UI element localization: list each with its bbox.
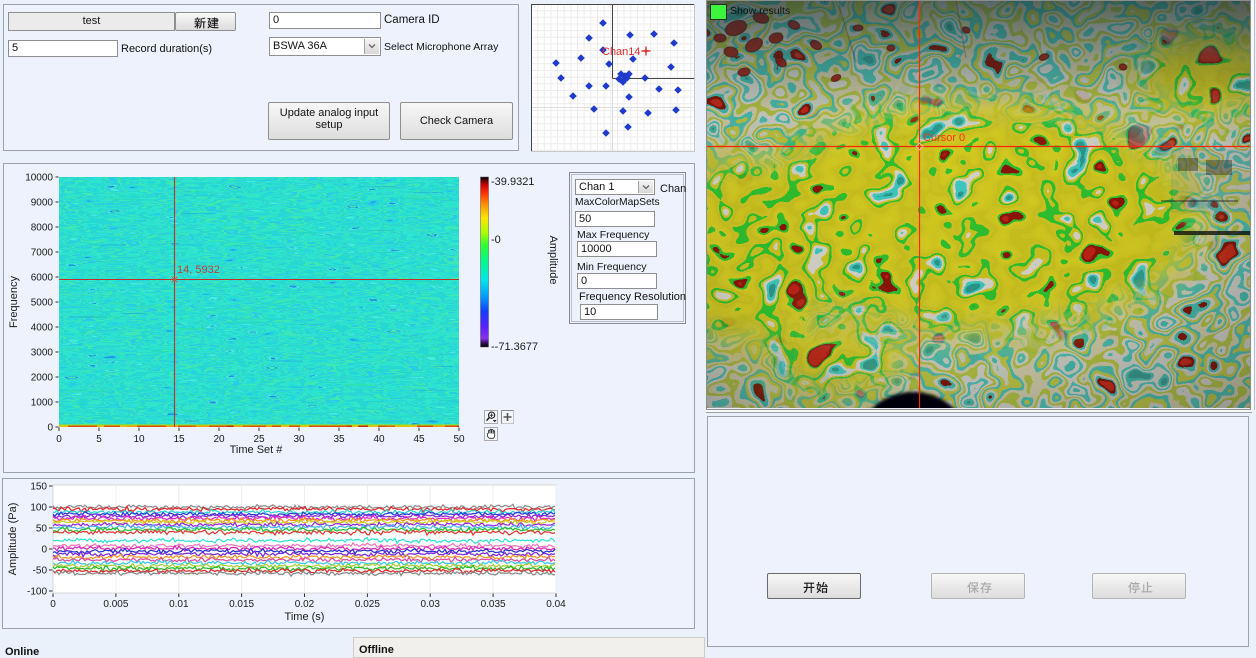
svg-text:Chan14: Chan14 <box>602 46 641 58</box>
svg-text:-39.9321: -39.9321 <box>491 176 534 188</box>
svg-text:5000: 5000 <box>31 298 54 309</box>
svg-text:0.04: 0.04 <box>546 599 566 610</box>
svg-text:20: 20 <box>213 434 225 445</box>
svg-text:35: 35 <box>333 434 345 445</box>
svg-text:0.01: 0.01 <box>169 599 189 610</box>
svg-text:10000: 10000 <box>25 173 53 184</box>
svg-text:40: 40 <box>373 434 385 445</box>
svg-text:0: 0 <box>50 599 56 610</box>
svg-text:5: 5 <box>96 434 102 445</box>
svg-text:0.025: 0.025 <box>355 599 380 610</box>
svg-text:8000: 8000 <box>31 223 54 234</box>
svg-text:14, 5932: 14, 5932 <box>177 264 220 276</box>
svg-text:2000: 2000 <box>31 373 54 384</box>
svg-text:0.005: 0.005 <box>103 599 128 610</box>
svg-text:30: 30 <box>293 434 305 445</box>
svg-text:150: 150 <box>30 482 47 493</box>
svg-text:--71.3677: --71.3677 <box>491 341 538 353</box>
svg-text:0.015: 0.015 <box>229 599 254 610</box>
svg-text:Frequency: Frequency <box>8 276 20 328</box>
svg-text:-100: -100 <box>27 587 47 598</box>
svg-text:0: 0 <box>41 545 47 556</box>
svg-text:Show results: Show results <box>730 5 790 17</box>
svg-text:9000: 9000 <box>31 198 54 209</box>
svg-text:15: 15 <box>173 434 185 445</box>
svg-text:Time (s): Time (s) <box>285 611 325 623</box>
svg-text:-50: -50 <box>33 566 48 577</box>
svg-text:7000: 7000 <box>31 248 54 259</box>
svg-text:Cursor 0: Cursor 0 <box>923 132 965 144</box>
svg-text:6000: 6000 <box>31 273 54 284</box>
svg-text:100: 100 <box>30 503 47 514</box>
svg-text:50: 50 <box>36 524 48 535</box>
svg-text:0.02: 0.02 <box>295 599 315 610</box>
svg-text:3000: 3000 <box>31 348 54 359</box>
svg-text:4000: 4000 <box>31 323 54 334</box>
svg-text:0: 0 <box>56 434 62 445</box>
svg-text:Time Set #: Time Set # <box>230 444 284 456</box>
svg-text:Amplitude (Pa): Amplitude (Pa) <box>7 503 19 576</box>
svg-text:0.035: 0.035 <box>481 599 506 610</box>
svg-text:Amplitude: Amplitude <box>547 236 559 285</box>
svg-text:50: 50 <box>453 434 465 445</box>
svg-text:0: 0 <box>47 423 53 434</box>
svg-text:10: 10 <box>133 434 145 445</box>
svg-text:-0: -0 <box>491 234 501 246</box>
svg-text:0.03: 0.03 <box>420 599 440 610</box>
svg-text:45: 45 <box>413 434 425 445</box>
svg-text:1000: 1000 <box>31 398 54 409</box>
